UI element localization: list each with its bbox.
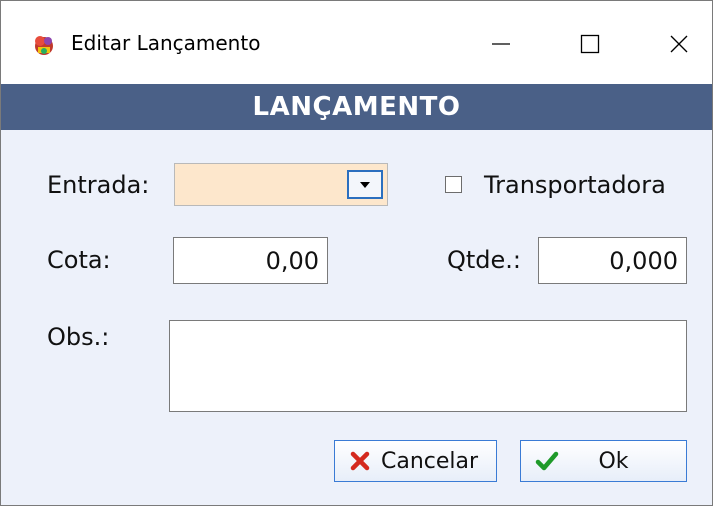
cota-input[interactable]: 0,00 (173, 237, 328, 284)
entrada-dropdown-button[interactable] (347, 170, 383, 199)
minimize-button[interactable] (478, 21, 524, 67)
maximize-button[interactable] (567, 21, 613, 67)
transportadora-checkbox[interactable] (445, 176, 462, 193)
x-icon (350, 451, 370, 471)
close-button[interactable] (656, 21, 702, 67)
close-icon (670, 35, 688, 53)
ok-label: Ok (598, 448, 629, 474)
transportadora-label[interactable]: Transportadora (484, 171, 666, 199)
app-icon (31, 32, 57, 58)
section-header: LANÇAMENTO (1, 84, 712, 130)
obs-label: Obs.: (47, 323, 110, 351)
chevron-down-icon (360, 181, 370, 188)
entrada-combobox[interactable] (174, 163, 388, 206)
check-icon (535, 451, 559, 471)
minimize-icon (492, 43, 510, 45)
cota-value: 0,00 (265, 246, 319, 275)
entrada-label: Entrada: (47, 171, 150, 199)
ok-button[interactable]: Ok (520, 440, 687, 482)
cancel-button[interactable]: Cancelar (334, 440, 497, 482)
qtde-label: Qtde.: (447, 246, 522, 274)
qtde-value: 0,000 (609, 246, 678, 275)
cota-label: Cota: (47, 246, 111, 274)
cancel-label: Cancelar (381, 448, 479, 474)
maximize-icon (580, 34, 600, 54)
edit-dialog-window: Editar Lançamento LANÇAMENTO Entrada: Tr… (0, 0, 713, 506)
obs-textarea[interactable] (169, 320, 687, 412)
window-title: Editar Lançamento (71, 31, 261, 55)
qtde-input[interactable]: 0,000 (538, 237, 687, 284)
title-bar[interactable]: Editar Lançamento (1, 1, 712, 84)
